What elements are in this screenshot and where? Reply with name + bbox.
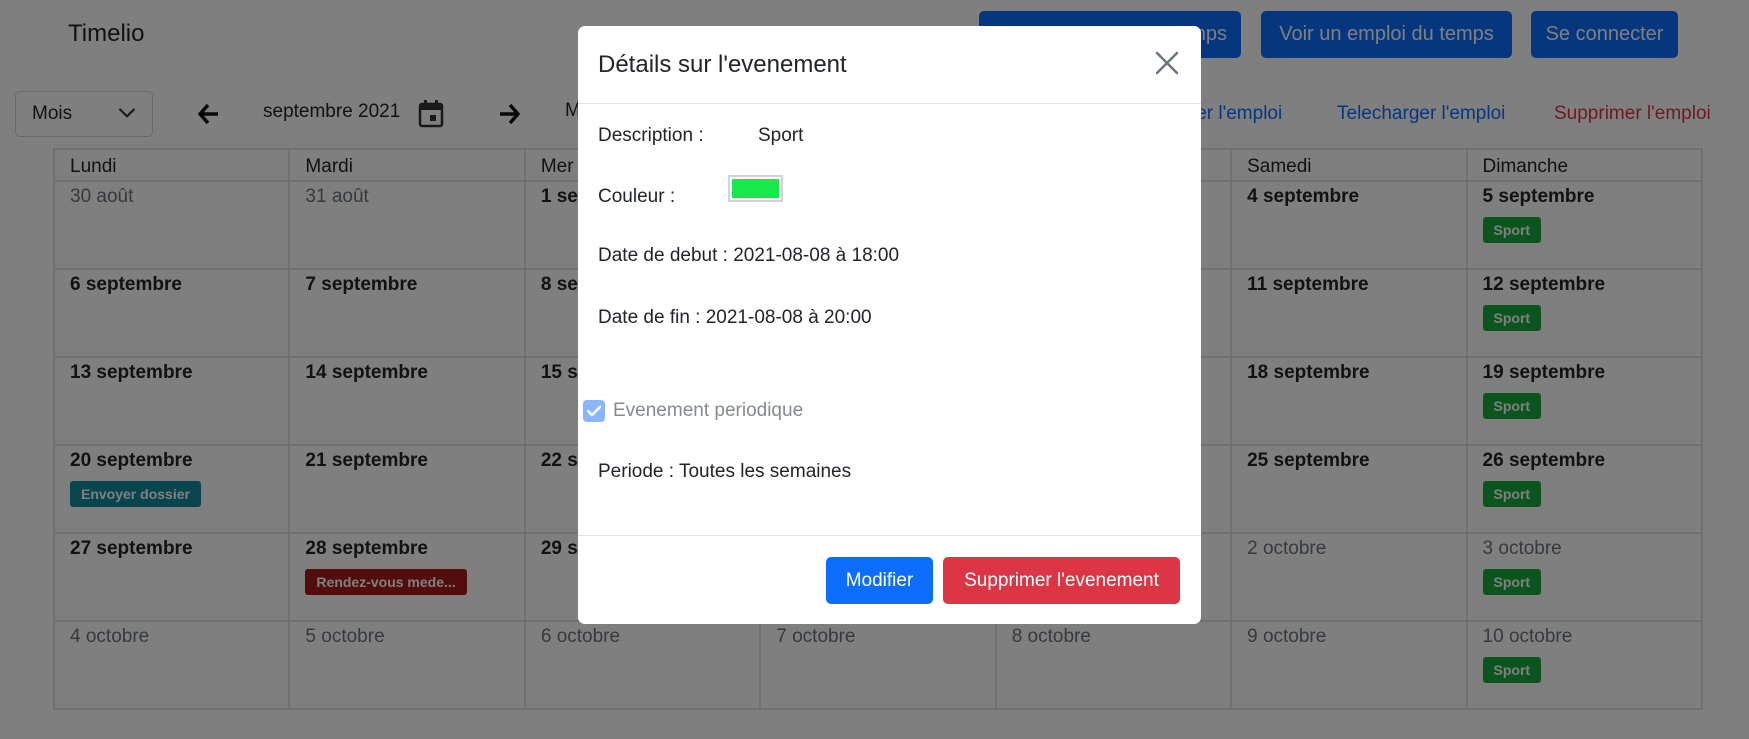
check-icon — [586, 405, 602, 417]
modal-footer: Modifier Supprimer l'evenement — [578, 535, 1201, 624]
description-label: Description : — [598, 125, 704, 146]
period-text: Periode : Toutes les semaines — [598, 461, 852, 482]
description-value: Sport — [758, 125, 804, 146]
start-date: Date de debut : 2021-08-08 à 18:00 — [598, 245, 900, 266]
color-label: Couleur : — [598, 186, 676, 207]
close-icon[interactable] — [1154, 50, 1180, 76]
color-swatch-fill — [732, 179, 779, 198]
color-row: Couleur : — [598, 175, 783, 208]
periodic-checkbox[interactable] — [583, 400, 605, 422]
event-details-modal: Détails sur l'evenement Description : Sp… — [578, 26, 1201, 624]
periodic-label: Evenement periodique — [613, 400, 804, 421]
description-row: Description : Sport — [598, 125, 803, 147]
end-date: Date de fin : 2021-08-08 à 20:00 — [598, 307, 872, 328]
modal-title: Détails sur l'evenement — [598, 51, 847, 78]
modal-header: Détails sur l'evenement — [578, 26, 1201, 104]
modify-button[interactable]: Modifier — [826, 557, 933, 604]
delete-event-button[interactable]: Supprimer l'evenement — [943, 557, 1180, 604]
color-swatch[interactable] — [728, 175, 783, 202]
